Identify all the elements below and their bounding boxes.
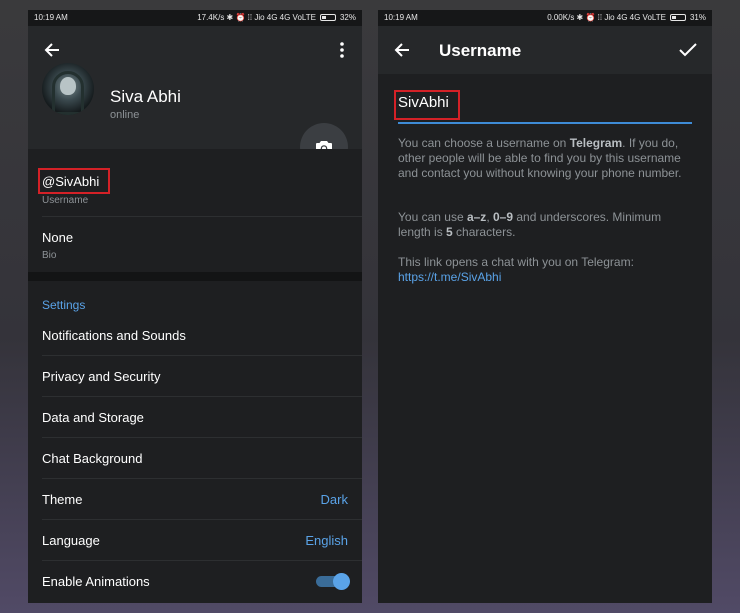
back-button[interactable] xyxy=(386,34,418,66)
profile-name: Siva Abhi xyxy=(110,87,181,106)
check-icon xyxy=(679,43,697,57)
arrow-left-icon xyxy=(44,43,59,57)
username-label: Username xyxy=(42,195,89,206)
settings-item-value: English xyxy=(305,533,348,548)
settings-item-label: Theme xyxy=(42,492,83,507)
status-time: 10:19 AM xyxy=(384,13,418,22)
settings-item-notifications[interactable]: Notifications and Sounds xyxy=(28,315,362,356)
settings-item-value: Dark xyxy=(320,492,348,507)
input-underline xyxy=(398,122,692,124)
battery-icon xyxy=(669,14,686,21)
status-indicators: 0.00K/s ✱ ⏰ ⁞⁞ Jio 4G 4G VoLTE xyxy=(547,13,666,22)
settings-item-label: Language xyxy=(42,533,100,548)
battery-percent: 32% xyxy=(339,13,356,22)
settings-item-chat-background[interactable]: Chat Background xyxy=(28,438,362,479)
profile-screen: 10:19 AM 17.4K/s ✱ ⏰ ⁞⁞ Jio 4G 4G VoLTE … xyxy=(28,10,362,603)
app-bar: Username xyxy=(378,26,712,74)
status-bar: 10:19 AM 0.00K/s ✱ ⏰ ⁞⁞ Jio 4G 4G VoLTE … xyxy=(378,10,712,26)
settings-item-animations[interactable]: Enable Animations xyxy=(28,561,362,602)
battery-percent: 31% xyxy=(689,13,706,22)
page-title: Username xyxy=(439,41,522,60)
username-input[interactable]: SivAbhi xyxy=(398,94,449,111)
settings-item-theme[interactable]: Theme Dark xyxy=(28,479,362,520)
status-time: 10:19 AM xyxy=(34,13,68,22)
more-options-button[interactable] xyxy=(326,34,358,66)
back-button[interactable] xyxy=(36,34,68,66)
bio-value: None xyxy=(42,230,74,245)
done-button[interactable] xyxy=(672,34,704,66)
profile-status: online xyxy=(110,109,140,121)
settings-item-label: Chat Background xyxy=(42,451,143,466)
username-value: @SivAbhi xyxy=(42,174,100,189)
help-text-2: You can use a–z, 0–9 and underscores. Mi… xyxy=(398,210,662,239)
section-divider xyxy=(28,272,362,281)
help-text-3: This link opens a chat with you on Teleg… xyxy=(398,255,634,284)
bio-row[interactable]: None Bio xyxy=(28,217,362,272)
username-screen: 10:19 AM 0.00K/s ✱ ⏰ ⁞⁞ Jio 4G 4G VoLTE … xyxy=(378,10,712,603)
more-vert-icon xyxy=(340,42,344,58)
settings-item-label: Notifications and Sounds xyxy=(42,328,186,343)
settings-item-data-storage[interactable]: Data and Storage xyxy=(28,397,362,438)
settings-item-language[interactable]: Language English xyxy=(28,520,362,561)
username-row[interactable]: @SivAbhi Username xyxy=(28,149,362,217)
avatar[interactable] xyxy=(42,63,94,115)
settings-item-label: Enable Animations xyxy=(42,574,150,589)
settings-item-privacy[interactable]: Privacy and Security xyxy=(28,356,362,397)
status-indicators: 17.4K/s ✱ ⏰ ⁞⁞ Jio 4G 4G VoLTE xyxy=(197,13,316,22)
bio-label: Bio xyxy=(42,250,57,261)
help-text-1: You can choose a username on Telegram. I… xyxy=(398,136,682,180)
settings-item-label: Privacy and Security xyxy=(42,369,161,384)
profile-link[interactable]: https://t.me/SivAbhi xyxy=(398,270,501,284)
status-bar: 10:19 AM 17.4K/s ✱ ⏰ ⁞⁞ Jio 4G 4G VoLTE … xyxy=(28,10,362,26)
battery-icon xyxy=(319,14,336,21)
settings-header: Settings xyxy=(42,298,86,312)
settings-item-label: Data and Storage xyxy=(42,410,144,425)
arrow-left-icon xyxy=(394,43,409,57)
animations-toggle[interactable] xyxy=(316,573,350,590)
